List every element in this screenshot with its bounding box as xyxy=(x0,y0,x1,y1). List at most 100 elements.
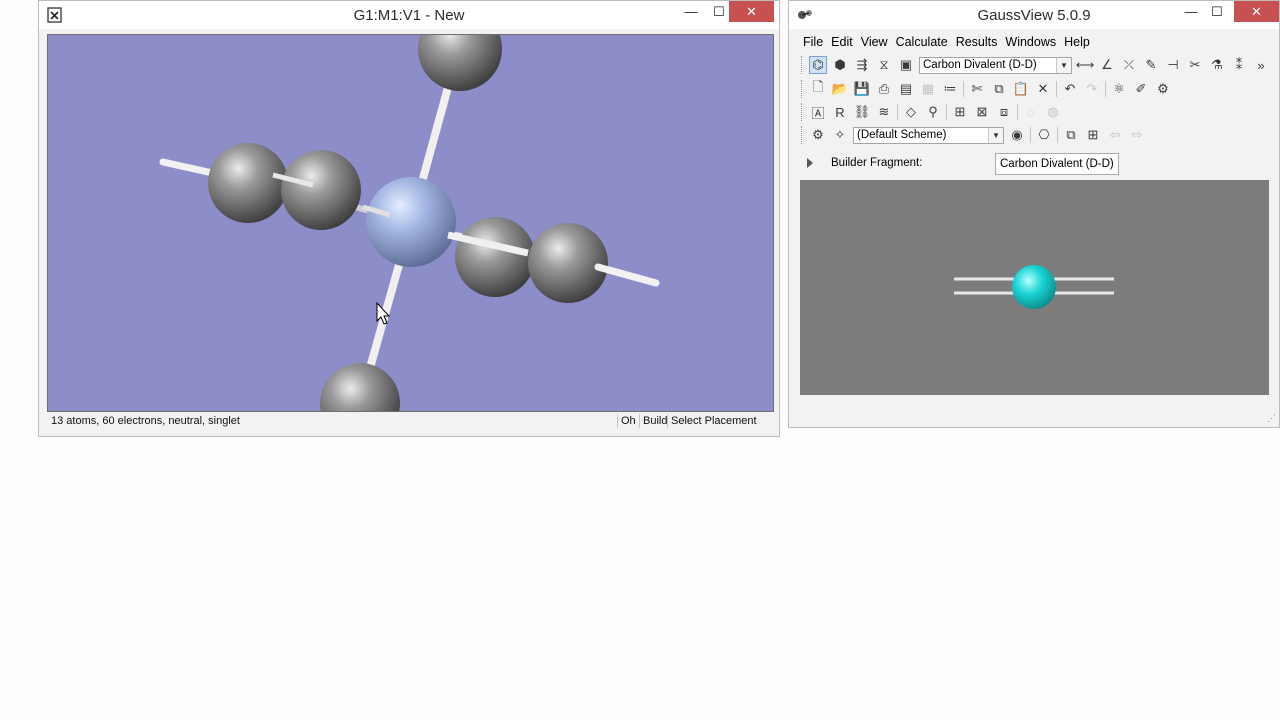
fragment-combo-value: Carbon Divalent (D-D) xyxy=(923,59,1037,71)
menu-windows[interactable]: Windows xyxy=(1001,34,1060,50)
builder-toolbar: ⌬ ⬢ ⇶ ⧖ ▣ Carbon Divalent (D-D) ▼ ⟷ ∠ ⤫ … xyxy=(801,54,1274,76)
bond-list-icon[interactable]: ⚙ xyxy=(1154,80,1172,98)
viewer-titlebar[interactable]: G1:M1:V1 - New — ☐ ✕ xyxy=(39,1,779,29)
placement-field: Select Placement xyxy=(667,414,760,428)
display-settings-icon[interactable]: ⚙ xyxy=(809,126,827,144)
point-group-icon[interactable]: ◇ xyxy=(902,103,920,121)
scheme-combo[interactable]: (Default Scheme) ▼ xyxy=(853,126,1004,144)
modify-angle-icon[interactable]: ∠ xyxy=(1098,56,1116,74)
add-valence-icon[interactable]: ⊣ xyxy=(1164,56,1182,74)
menu-help[interactable]: Help xyxy=(1060,34,1094,50)
clean-icon[interactable]: ⚗ xyxy=(1208,56,1226,74)
color-sphere-icon[interactable]: ◉ xyxy=(1008,126,1026,144)
fragment-render xyxy=(954,265,1114,309)
separator xyxy=(1057,127,1058,143)
menu-file[interactable]: File xyxy=(799,34,827,50)
element-fragment-icon[interactable]: ⌬ xyxy=(809,56,827,74)
expand-arrow-icon[interactable] xyxy=(807,158,813,168)
tile-icon[interactable]: ⧈ xyxy=(995,103,1013,121)
molecule-view-window: G1:M1:V1 - New — ☐ ✕ 13 atoms, 60 electr… xyxy=(38,0,780,437)
back-arrow-icon[interactable]: ⇦ xyxy=(1106,126,1124,144)
custom-fragment-icon[interactable]: ▣ xyxy=(897,56,915,74)
disabled-view-icon-2[interactable]: ◍ xyxy=(1044,103,1062,121)
close-button[interactable]: ✕ xyxy=(1234,1,1279,22)
undo-icon[interactable]: ↶ xyxy=(1061,80,1079,98)
list-icon[interactable]: ≔ xyxy=(941,80,959,98)
close-button[interactable]: ✕ xyxy=(729,1,774,22)
overflow-chevron-icon[interactable]: » xyxy=(1252,56,1270,74)
r-group-icon[interactable]: ⇶ xyxy=(853,56,871,74)
builder-fragment-label: Builder Fragment: xyxy=(831,157,923,169)
paste-icon[interactable]: 📋 xyxy=(1012,80,1030,98)
display-format-icon[interactable]: ✧ xyxy=(831,126,849,144)
symmetrize-icon[interactable]: ⚛ xyxy=(1110,80,1128,98)
new-file-icon[interactable]: 🗋 xyxy=(809,79,827,98)
save-icon[interactable]: 💾 xyxy=(853,80,871,98)
menu-view[interactable]: View xyxy=(857,34,892,50)
builder-fragment-value: Carbon Divalent (D-D) xyxy=(995,153,1119,175)
disabled-view-icon[interactable]: ◌ xyxy=(1022,103,1040,121)
ring-fragment-icon[interactable]: ⬢ xyxy=(831,56,849,74)
separator xyxy=(1030,127,1031,143)
fragment-combo[interactable]: Carbon Divalent (D-D) ▼ xyxy=(919,56,1072,74)
delete-atom-icon[interactable]: ✂ xyxy=(1186,56,1204,74)
chevron-down-icon[interactable]: ▼ xyxy=(988,127,1003,143)
symmetry-field: Oh xyxy=(617,414,639,428)
link-icon[interactable]: ⛓ xyxy=(853,103,871,121)
menu-edit[interactable]: Edit xyxy=(827,34,857,50)
maximize-button[interactable]: ☐ xyxy=(1201,1,1233,22)
central-atom[interactable] xyxy=(366,177,456,267)
toolbar-grip[interactable] xyxy=(801,56,805,74)
molecule-render[interactable] xyxy=(48,35,773,411)
open-folder-icon[interactable]: 📂 xyxy=(831,80,849,98)
redo-icon[interactable]: ↷ xyxy=(1083,80,1101,98)
carbon-atom[interactable] xyxy=(208,143,288,223)
menu-bar: File Edit View Calculate Results Windows… xyxy=(799,34,1094,50)
biological-fragment-icon[interactable]: ⧖ xyxy=(875,56,893,74)
gaussian-calc-icon[interactable]: 🄰 xyxy=(809,103,827,121)
camera-icon[interactable]: ⎔ xyxy=(1035,126,1053,144)
separator xyxy=(963,81,964,97)
results-icon[interactable]: R xyxy=(831,103,849,121)
main-titlebar[interactable]: GaussView 5.0.9 — ☐ ✕ xyxy=(789,1,1279,29)
tool-icon[interactable]: ⚲ xyxy=(924,103,942,121)
view-file-icon[interactable]: ▦ xyxy=(919,80,937,98)
tile-windows-icon[interactable]: ⊞ xyxy=(1084,126,1102,144)
toolbar-grip[interactable] xyxy=(801,103,805,121)
resize-grip-icon[interactable]: ⋰ xyxy=(1267,413,1276,424)
inquire-icon[interactable]: ✎ xyxy=(1142,56,1160,74)
fragment-atom xyxy=(1012,265,1056,309)
copy-icon[interactable]: ⧉ xyxy=(990,80,1008,98)
separator xyxy=(897,104,898,120)
save-image-icon[interactable]: ▤ xyxy=(897,80,915,98)
scheme-combo-value: (Default Scheme) xyxy=(857,129,947,141)
modify-dihedral-icon[interactable]: ⤫ xyxy=(1120,56,1138,74)
file-toolbar: 🗋 📂 💾 ⎙ ▤ ▦ ≔ ✄ ⧉ 📋 ✕ ↶ ↷ ⚛ ✐ ⚙ xyxy=(801,78,1176,100)
carbon-atom[interactable] xyxy=(320,363,400,411)
fragment-preview[interactable] xyxy=(800,180,1269,395)
toolbar-grip[interactable] xyxy=(801,80,805,98)
collapse-icon[interactable]: ⊠ xyxy=(973,103,991,121)
cut-icon[interactable]: ✄ xyxy=(968,80,986,98)
atom-list-icon[interactable]: ✐ xyxy=(1132,80,1150,98)
bond xyxy=(594,263,660,287)
forward-arrow-icon[interactable]: ⇨ xyxy=(1128,126,1146,144)
toolbar-grip[interactable] xyxy=(801,126,805,144)
carbon-atom[interactable] xyxy=(418,35,502,91)
carbon-atom[interactable] xyxy=(528,223,608,303)
delete-icon[interactable]: ✕ xyxy=(1034,80,1052,98)
cascade-windows-icon[interactable]: ⧉ xyxy=(1062,126,1080,144)
print-icon[interactable]: ⎙ xyxy=(875,80,893,98)
menu-results[interactable]: Results xyxy=(952,34,1002,50)
stack-icon[interactable]: ≋ xyxy=(875,103,893,121)
rebond-icon[interactable]: ⁑ xyxy=(1230,56,1248,74)
chevron-down-icon[interactable]: ▼ xyxy=(1056,57,1071,73)
gaussview-main-window: GaussView 5.0.9 — ☐ ✕ File Edit View Cal… xyxy=(788,0,1280,428)
carbon-atom[interactable] xyxy=(455,217,535,297)
menu-calculate[interactable]: Calculate xyxy=(892,34,952,50)
molecule-viewport[interactable] xyxy=(47,34,774,412)
add-view-icon[interactable]: ⊞ xyxy=(951,103,969,121)
viewer-title: G1:M1:V1 - New xyxy=(353,7,465,24)
carbon-atom[interactable] xyxy=(281,150,361,230)
modify-bond-icon[interactable]: ⟷ xyxy=(1076,56,1095,74)
